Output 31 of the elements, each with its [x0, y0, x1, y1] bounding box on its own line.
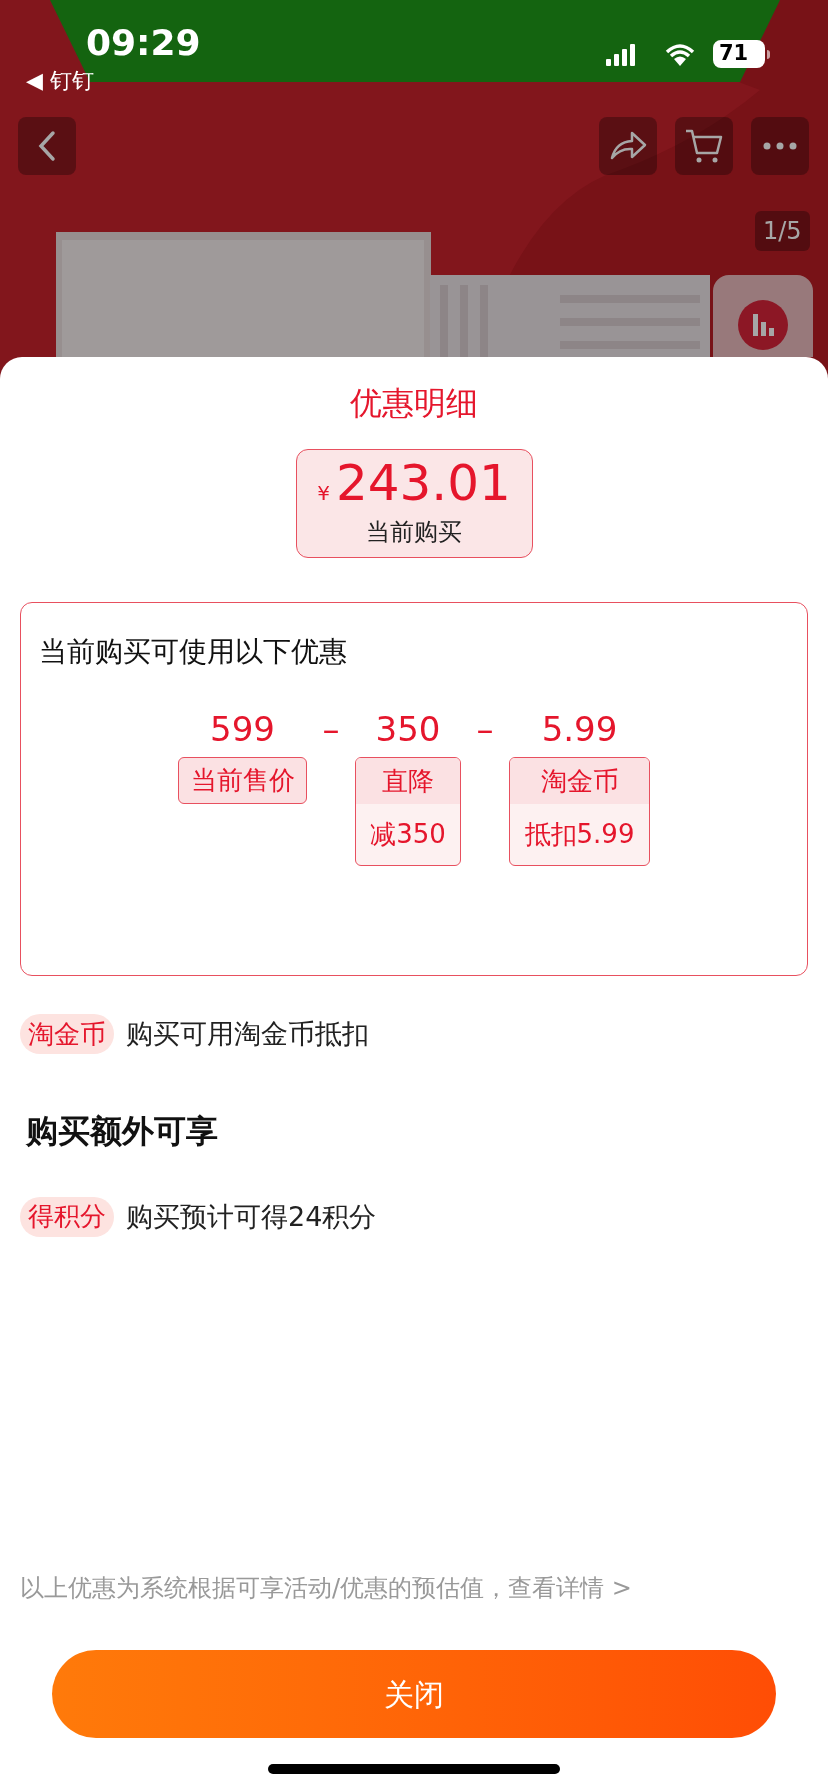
price-tag: 当前售价	[178, 757, 307, 804]
floating-widget[interactable]	[713, 275, 813, 357]
minus-sign: –	[476, 708, 494, 751]
price-label: 当前购买	[366, 516, 462, 548]
card-heading: 当前购买可使用以下优惠	[39, 634, 348, 670]
footnote-text: 以上优惠为系统根据可享活动/优惠的预估值，查看详情 >	[20, 1573, 633, 1604]
section-heading: 购买额外可享	[26, 1110, 219, 1152]
bar-chart-icon	[738, 300, 788, 350]
amount-value: 350	[375, 708, 441, 751]
amount-value: 5.99	[541, 708, 618, 751]
wifi-icon	[664, 42, 696, 66]
signal-icon	[606, 44, 636, 66]
chevron-left-icon	[36, 130, 58, 162]
more-icon	[763, 142, 797, 150]
sheet-title: 优惠明细	[350, 383, 478, 424]
discount-type: 直降	[356, 758, 460, 804]
benefit-text: 购买预计可得24积分	[126, 1199, 377, 1234]
status-time: 09:29	[86, 21, 201, 65]
benefit-badge: 淘金币	[20, 1014, 114, 1055]
discount-detail: 减350	[369, 818, 447, 851]
minus-sign: –	[322, 708, 340, 751]
currency-symbol: ¥	[317, 479, 330, 507]
cart-icon	[684, 127, 724, 165]
amount-value: 599	[210, 708, 275, 751]
price-amount: 243.01	[335, 457, 511, 508]
discount-type: 淘金币	[510, 758, 649, 804]
share-arrow-icon	[608, 130, 648, 162]
benefit-badge: 得积分	[20, 1196, 114, 1237]
back-to-app-link[interactable]: ◀ 钉钉	[26, 64, 94, 97]
discount-detail: 抵扣5.99	[523, 818, 636, 851]
benefit-text: 购买可用淘金币抵扣	[126, 1017, 369, 1051]
